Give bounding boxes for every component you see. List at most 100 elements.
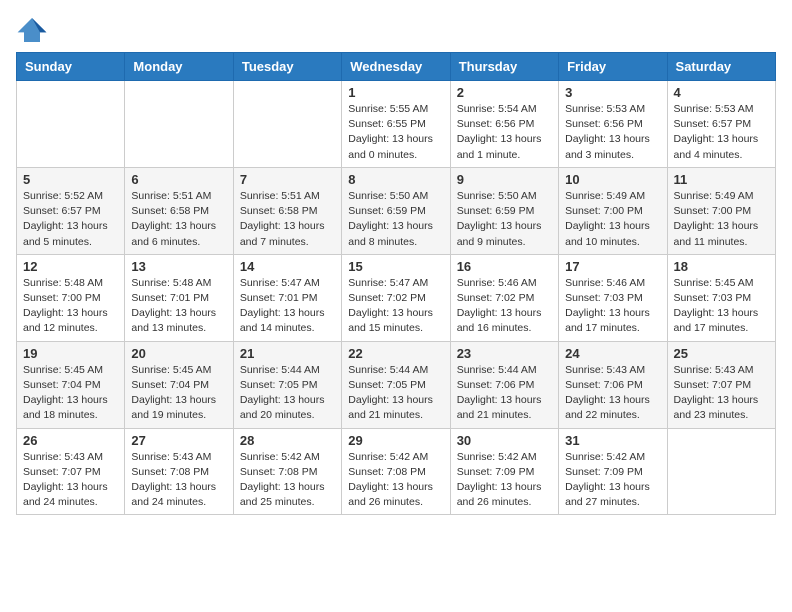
calendar-cell: 26 Sunrise: 5:43 AM Sunset: 7:07 PM Dayli… (17, 428, 125, 515)
day-info: Sunrise: 5:49 AM Sunset: 7:00 PM Dayligh… (565, 189, 660, 250)
day-number: 22 (348, 346, 443, 361)
day-info: Sunrise: 5:42 AM Sunset: 7:08 PM Dayligh… (348, 450, 443, 511)
day-info: Sunrise: 5:45 AM Sunset: 7:04 PM Dayligh… (131, 363, 226, 424)
calendar-cell: 3 Sunrise: 5:53 AM Sunset: 6:56 PM Daylig… (559, 81, 667, 168)
calendar-cell: 21 Sunrise: 5:44 AM Sunset: 7:05 PM Dayli… (233, 341, 341, 428)
calendar-cell: 4 Sunrise: 5:53 AM Sunset: 6:57 PM Daylig… (667, 81, 775, 168)
day-info: Sunrise: 5:55 AM Sunset: 6:55 PM Dayligh… (348, 102, 443, 163)
day-info: Sunrise: 5:46 AM Sunset: 7:03 PM Dayligh… (565, 276, 660, 337)
page-header (16, 16, 776, 44)
calendar-week-row: 19 Sunrise: 5:45 AM Sunset: 7:04 PM Dayli… (17, 341, 776, 428)
calendar-cell: 1 Sunrise: 5:55 AM Sunset: 6:55 PM Daylig… (342, 81, 450, 168)
calendar-week-row: 12 Sunrise: 5:48 AM Sunset: 7:00 PM Dayli… (17, 254, 776, 341)
day-number: 7 (240, 172, 335, 187)
calendar-cell: 10 Sunrise: 5:49 AM Sunset: 7:00 PM Dayli… (559, 167, 667, 254)
calendar-cell: 28Sunrise: 5:42 AM Sunset: 7:08 PM Dayli… (233, 428, 341, 515)
day-info: Sunrise: 5:49 AM Sunset: 7:00 PM Dayligh… (674, 189, 769, 250)
day-number: 19 (23, 346, 118, 361)
calendar-cell: 22 Sunrise: 5:44 AM Sunset: 7:05 PM Dayli… (342, 341, 450, 428)
day-number: 17 (565, 259, 660, 274)
day-info: Sunrise: 5:51 AM Sunset: 6:58 PM Dayligh… (240, 189, 335, 250)
logo (16, 16, 52, 44)
day-info: Sunrise: 5:48 AM Sunset: 7:01 PM Dayligh… (131, 276, 226, 337)
day-number: 24 (565, 346, 660, 361)
day-number: 2 (457, 85, 552, 100)
day-info: Sunrise: 5:42 AM Sunset: 7:09 PM Dayligh… (565, 450, 660, 511)
day-number: 26 (23, 433, 118, 448)
day-number: 21 (240, 346, 335, 361)
day-number: 8 (348, 172, 443, 187)
day-number: 12 (23, 259, 118, 274)
calendar-cell: 6 Sunrise: 5:51 AM Sunset: 6:58 PM Daylig… (125, 167, 233, 254)
day-number: 3 (565, 85, 660, 100)
day-number: 4 (674, 85, 769, 100)
day-number: 18 (674, 259, 769, 274)
calendar-cell: 12 Sunrise: 5:48 AM Sunset: 7:00 PM Dayli… (17, 254, 125, 341)
day-info: Sunrise: 5:46 AM Sunset: 7:02 PM Dayligh… (457, 276, 552, 337)
calendar-cell: 8 Sunrise: 5:50 AM Sunset: 6:59 PM Daylig… (342, 167, 450, 254)
calendar-cell: 29 Sunrise: 5:42 AM Sunset: 7:08 PM Dayli… (342, 428, 450, 515)
day-number: 10 (565, 172, 660, 187)
day-info: Sunrise: 5:52 AM Sunset: 6:57 PM Dayligh… (23, 189, 118, 250)
day-info: Sunrise: 5:47 AM Sunset: 7:01 PM Dayligh… (240, 276, 335, 337)
day-info: Sunrise: 5:44 AM Sunset: 7:05 PM Dayligh… (240, 363, 335, 424)
calendar-cell: 7 Sunrise: 5:51 AM Sunset: 6:58 PM Daylig… (233, 167, 341, 254)
logo-icon (16, 16, 48, 44)
calendar-cell: 14Sunrise: 5:47 AM Sunset: 7:01 PM Dayli… (233, 254, 341, 341)
day-info: Sunrise: 5:47 AM Sunset: 7:02 PM Dayligh… (348, 276, 443, 337)
weekday-header: Sunday (17, 53, 125, 81)
day-info: Sunrise: 5:43 AM Sunset: 7:06 PM Dayligh… (565, 363, 660, 424)
calendar-week-row: 1 Sunrise: 5:55 AM Sunset: 6:55 PM Daylig… (17, 81, 776, 168)
day-info: Sunrise: 5:43 AM Sunset: 7:08 PM Dayligh… (131, 450, 226, 511)
calendar-cell: 31 Sunrise: 5:42 AM Sunset: 7:09 PM Dayli… (559, 428, 667, 515)
day-info: Sunrise: 5:50 AM Sunset: 6:59 PM Dayligh… (348, 189, 443, 250)
day-number: 9 (457, 172, 552, 187)
calendar-cell: 19Sunrise: 5:45 AM Sunset: 7:04 PM Dayli… (17, 341, 125, 428)
weekday-header: Tuesday (233, 53, 341, 81)
day-info: Sunrise: 5:53 AM Sunset: 6:56 PM Dayligh… (565, 102, 660, 163)
weekday-header: Thursday (450, 53, 558, 81)
weekday-header: Friday (559, 53, 667, 81)
day-number: 20 (131, 346, 226, 361)
day-info: Sunrise: 5:51 AM Sunset: 6:58 PM Dayligh… (131, 189, 226, 250)
calendar-cell: 11 Sunrise: 5:49 AM Sunset: 7:00 PM Dayli… (667, 167, 775, 254)
calendar-header-row: SundayMondayTuesdayWednesdayThursdayFrid… (17, 53, 776, 81)
day-number: 6 (131, 172, 226, 187)
day-info: Sunrise: 5:50 AM Sunset: 6:59 PM Dayligh… (457, 189, 552, 250)
calendar-table: SundayMondayTuesdayWednesdayThursdayFrid… (16, 52, 776, 515)
day-number: 1 (348, 85, 443, 100)
calendar-cell: 30Sunrise: 5:42 AM Sunset: 7:09 PM Dayli… (450, 428, 558, 515)
weekday-header: Monday (125, 53, 233, 81)
calendar-cell: 25 Sunrise: 5:43 AM Sunset: 7:07 PM Dayli… (667, 341, 775, 428)
calendar-cell: 9 Sunrise: 5:50 AM Sunset: 6:59 PM Daylig… (450, 167, 558, 254)
day-number: 29 (348, 433, 443, 448)
day-info: Sunrise: 5:45 AM Sunset: 7:03 PM Dayligh… (674, 276, 769, 337)
calendar-cell: 27 Sunrise: 5:43 AM Sunset: 7:08 PM Dayli… (125, 428, 233, 515)
calendar-cell: 5Sunrise: 5:52 AM Sunset: 6:57 PM Daylig… (17, 167, 125, 254)
calendar-cell (125, 81, 233, 168)
day-number: 31 (565, 433, 660, 448)
day-info: Sunrise: 5:42 AM Sunset: 7:08 PM Dayligh… (240, 450, 335, 511)
day-number: 11 (674, 172, 769, 187)
day-number: 23 (457, 346, 552, 361)
day-number: 25 (674, 346, 769, 361)
calendar-week-row: 5Sunrise: 5:52 AM Sunset: 6:57 PM Daylig… (17, 167, 776, 254)
calendar-cell: 2Sunrise: 5:54 AM Sunset: 6:56 PM Daylig… (450, 81, 558, 168)
day-info: Sunrise: 5:43 AM Sunset: 7:07 PM Dayligh… (23, 450, 118, 511)
day-number: 30 (457, 433, 552, 448)
day-info: Sunrise: 5:44 AM Sunset: 7:06 PM Dayligh… (457, 363, 552, 424)
day-info: Sunrise: 5:53 AM Sunset: 6:57 PM Dayligh… (674, 102, 769, 163)
calendar-cell (17, 81, 125, 168)
day-number: 15 (348, 259, 443, 274)
day-info: Sunrise: 5:43 AM Sunset: 7:07 PM Dayligh… (674, 363, 769, 424)
calendar-cell: 13Sunrise: 5:48 AM Sunset: 7:01 PM Dayli… (125, 254, 233, 341)
calendar-cell: 16Sunrise: 5:46 AM Sunset: 7:02 PM Dayli… (450, 254, 558, 341)
weekday-header: Wednesday (342, 53, 450, 81)
calendar-cell (667, 428, 775, 515)
calendar-cell: 17 Sunrise: 5:46 AM Sunset: 7:03 PM Dayli… (559, 254, 667, 341)
calendar-cell: 24 Sunrise: 5:43 AM Sunset: 7:06 PM Dayli… (559, 341, 667, 428)
weekday-header: Saturday (667, 53, 775, 81)
day-info: Sunrise: 5:44 AM Sunset: 7:05 PM Dayligh… (348, 363, 443, 424)
day-number: 27 (131, 433, 226, 448)
day-info: Sunrise: 5:48 AM Sunset: 7:00 PM Dayligh… (23, 276, 118, 337)
